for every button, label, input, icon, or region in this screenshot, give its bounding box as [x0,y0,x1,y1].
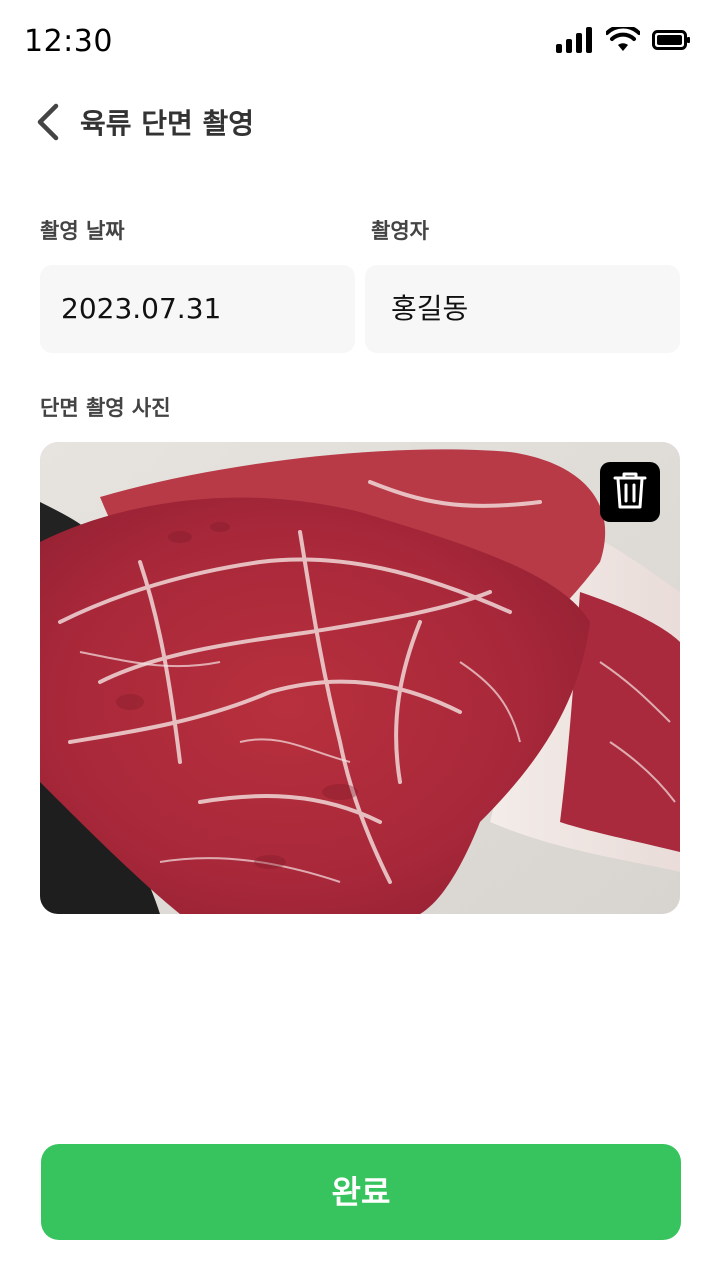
meat-photo-image [40,442,680,914]
delete-photo-button[interactable] [600,462,660,522]
app-header: 육류 단면 촬영 [0,92,720,156]
page-title: 육류 단면 촬영 [80,107,255,140]
status-time: 12:30 [24,24,113,59]
photographer-field[interactable]: 홍길동 [365,265,680,353]
status-bar: 12:30 [0,0,720,84]
chevron-left-icon [34,102,62,146]
signal-icon [556,27,594,57]
status-icons [556,24,690,57]
meat-cross-section-photo [40,442,680,914]
back-button[interactable] [24,100,72,148]
trash-icon [613,470,647,514]
date-value: 2023.07.31 [61,292,222,325]
screen: 12:30 육류 단면 촬영 촬영 날짜 2023.07.31 촬영자 홍길동 … [0,0,720,1280]
complete-button[interactable]: 완료 [41,1144,681,1240]
date-label: 촬영 날짜 [40,219,125,243]
wifi-icon [605,24,641,57]
photo-label: 단면 촬영 사진 [40,396,171,420]
battery-icon [652,29,690,55]
photographer-value: 홍길동 [391,292,469,325]
photographer-label: 촬영자 [371,219,429,243]
complete-button-label: 완료 [331,1173,391,1211]
date-field[interactable]: 2023.07.31 [40,265,355,353]
